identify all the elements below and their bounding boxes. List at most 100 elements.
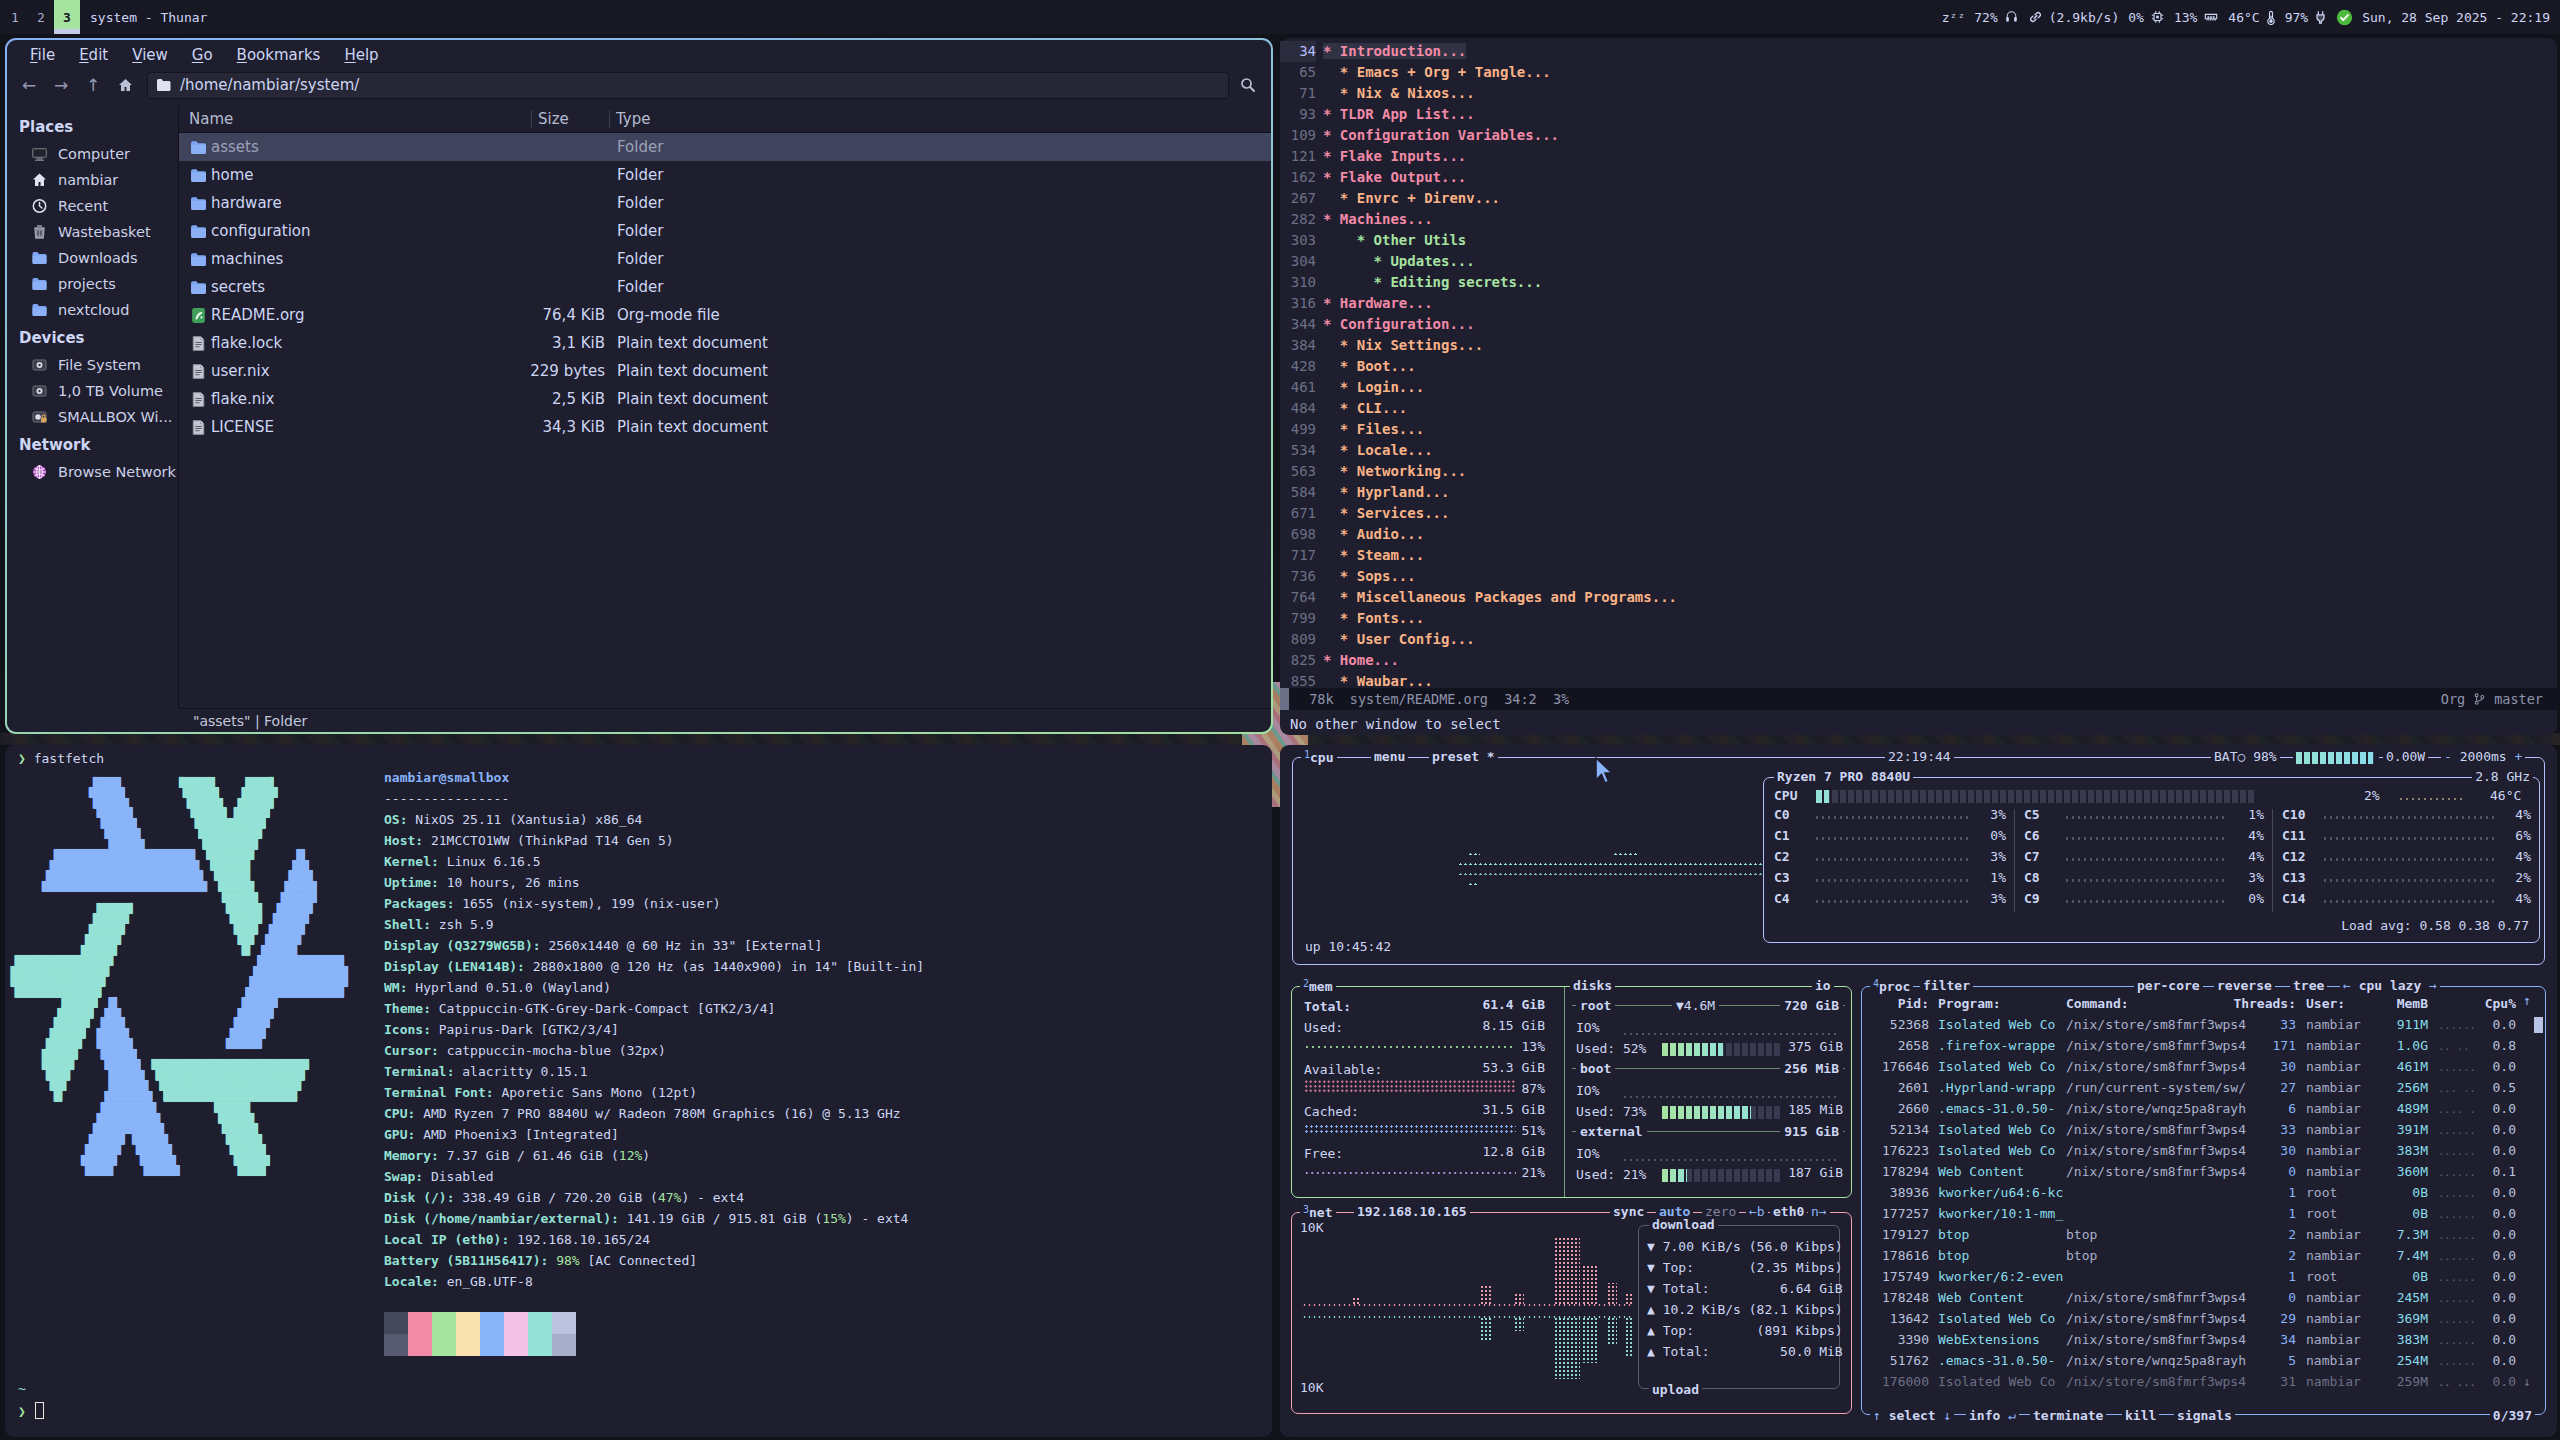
workspace-button[interactable]: 3 — [54, 0, 80, 34]
file-row[interactable]: machines Folder — [179, 245, 1271, 273]
disks-label[interactable]: disks — [1570, 978, 1615, 993]
file-row[interactable]: LICENSE 34,3 KiB Plain text document — [179, 413, 1271, 441]
systemd-status[interactable] — [2336, 9, 2353, 26]
org-heading-line[interactable]: 534 * Locale... — [1280, 440, 2557, 461]
file-row[interactable]: flake.nix 2,5 KiB Plain text document — [179, 385, 1271, 413]
process-row[interactable]: 38936 kworker/u64:6-kc 1 root 0B .......… — [1868, 1182, 2539, 1203]
org-heading-line[interactable]: 461 * Login... — [1280, 377, 2557, 398]
path-bar[interactable]: /home/nambiar/system/ — [147, 72, 1229, 99]
kill-button[interactable]: kill — [2122, 1408, 2159, 1423]
column-name[interactable]: Name — [179, 110, 531, 128]
modeline-mode[interactable]: Org — [2441, 691, 2465, 707]
info-button[interactable]: info ↵ — [1966, 1408, 2019, 1423]
org-heading-line[interactable]: 809 * User Config... — [1280, 629, 2557, 650]
sidebar-item[interactable]: SMALLBOX Wi... — [7, 404, 178, 430]
process-row[interactable]: 52134 Isolated Web Co /nix/store/sm8fmrf… — [1868, 1119, 2539, 1140]
org-heading-line[interactable]: 282* Machines... — [1280, 209, 2557, 230]
sidebar-item[interactable]: nambiar — [7, 167, 178, 193]
menu-item[interactable]: Edit — [68, 42, 119, 68]
sidebar-item[interactable]: File System — [7, 352, 178, 378]
file-row[interactable]: configuration Folder — [179, 217, 1271, 245]
git-branch-name[interactable]: master — [2494, 691, 2543, 707]
org-heading-line[interactable]: 698 * Audio... — [1280, 524, 2557, 545]
process-row[interactable]: 2601 .Hyprland-wrapp /run/current-system… — [1868, 1077, 2539, 1098]
process-row[interactable]: 177257 kworker/10:1-mm_ 1 root 0B ......… — [1868, 1203, 2539, 1224]
process-row[interactable]: 175749 kworker/6:2-even 1 root 0B ......… — [1868, 1266, 2539, 1287]
net-sync-button[interactable]: sync — [1610, 1204, 1647, 1219]
filter-button[interactable]: filter — [1920, 978, 1973, 993]
org-heading-line[interactable]: 109* Configuration Variables... — [1280, 125, 2557, 146]
org-heading-line[interactable]: 93* TLDR App List... — [1280, 104, 2557, 125]
sidebar-item[interactable]: Wastebasket — [7, 219, 178, 245]
process-row[interactable]: 178294 Web Content /nix/store/sm8fmrf3wp… — [1868, 1161, 2539, 1182]
sidebar-item[interactable]: projects — [7, 271, 178, 297]
menu-item[interactable]: View — [121, 42, 179, 68]
mem-box-label[interactable]: 2mem — [1300, 978, 1336, 994]
file-row[interactable]: home Folder — [179, 161, 1271, 189]
sidebar-item[interactable]: Downloads — [7, 245, 178, 271]
org-heading-line[interactable]: 316* Hardware... — [1280, 293, 2557, 314]
process-row[interactable]: 179127 btop btop 2 nambiar 7.3M ........… — [1868, 1224, 2539, 1245]
process-row[interactable]: 176223 Isolated Web Co /nix/store/sm8fmr… — [1868, 1140, 2539, 1161]
sidebar-item[interactable]: Browse Network — [7, 459, 178, 485]
temperature-module[interactable]: 46°C — [2228, 10, 2275, 25]
workspace-button[interactable]: 1 — [2, 0, 28, 34]
org-heading-line[interactable]: 499 * Files... — [1280, 419, 2557, 440]
org-heading-line[interactable]: 344* Configuration... — [1280, 314, 2557, 335]
volume-module[interactable]: 72% — [1974, 10, 2018, 25]
process-row[interactable]: 52368 Isolated Web Co /nix/store/sm8fmrf… — [1868, 1014, 2539, 1035]
org-heading-line[interactable]: 717 * Steam... — [1280, 545, 2557, 566]
process-row[interactable]: 13642 Isolated Web Co /nix/store/sm8fmrf… — [1868, 1308, 2539, 1329]
menu-button[interactable]: menu — [1371, 749, 1408, 764]
process-row[interactable]: 178616 btop btop 2 nambiar 7.4M ........… — [1868, 1245, 2539, 1266]
file-row[interactable]: flake.lock 3,1 KiB Plain text document — [179, 329, 1271, 357]
org-heading-line[interactable]: 563 * Networking... — [1280, 461, 2557, 482]
org-heading-line[interactable]: 71 * Nix & Nixos... — [1280, 83, 2557, 104]
net-iface-next[interactable]: n→ — [1808, 1204, 1830, 1219]
column-type[interactable]: Type — [609, 110, 650, 128]
clock-module[interactable]: Sun, 28 Sep 2025 - 22:19 — [2362, 10, 2550, 25]
process-row[interactable]: 178248 Web Content /nix/store/sm8fmrf3wp… — [1868, 1287, 2539, 1308]
idle-inhibitor[interactable]: zᶻᶻ — [1942, 10, 1965, 25]
reverse-button[interactable]: reverse — [2214, 978, 2275, 993]
org-heading-line[interactable]: 267 * Envrc + Direnv... — [1280, 188, 2557, 209]
tree-button[interactable]: tree — [2290, 978, 2327, 993]
select-button[interactable]: ↑ select ↓ — [1870, 1408, 1954, 1423]
org-heading-line[interactable]: 825* Home... — [1280, 650, 2557, 671]
process-row[interactable]: 2658 .firefox-wrappe /nix/store/sm8fmrf3… — [1868, 1035, 2539, 1056]
org-heading-line[interactable]: 310 * Editing secrets... — [1280, 272, 2557, 293]
menu-item[interactable]: Go — [181, 42, 224, 68]
org-heading-line[interactable]: 384 * Nix Settings... — [1280, 335, 2557, 356]
sidebar-item[interactable]: nextcloud — [7, 297, 178, 323]
org-heading-line[interactable]: 428 * Boot... — [1280, 356, 2557, 377]
file-row[interactable]: user.nix 229 bytes Plain text document — [179, 357, 1271, 385]
net-iface-prev[interactable]: ←b — [1746, 1204, 1768, 1219]
org-heading-line[interactable]: 65 * Emacs + Org + Tangle... — [1280, 62, 2557, 83]
workspace-button[interactable]: 2 — [28, 0, 54, 34]
back-button[interactable]: ← — [15, 72, 43, 99]
process-row[interactable]: 176646 Isolated Web Co /nix/store/sm8fmr… — [1868, 1056, 2539, 1077]
prompt-line[interactable]: ❯ — [18, 1401, 44, 1422]
column-size[interactable]: Size — [531, 110, 609, 128]
org-heading-line[interactable]: 303 * Other Utils — [1280, 230, 2557, 251]
menu-item[interactable]: File — [19, 42, 66, 68]
network-module[interactable]: (2.9kb/s) — [2028, 10, 2119, 25]
file-row[interactable]: hardware Folder — [179, 189, 1271, 217]
file-row[interactable]: secrets Folder — [179, 273, 1271, 301]
sidebar-item[interactable]: 1,0 TB Volume — [7, 378, 178, 404]
process-row[interactable]: 51762 .emacs-31.0.50- /nix/store/wnqz5pa… — [1868, 1350, 2539, 1371]
sidebar-item[interactable]: Computer — [7, 141, 178, 167]
menu-item[interactable]: Help — [333, 42, 389, 68]
process-row[interactable]: 2660 .emacs-31.0.50- /nix/store/wnqz5pa8… — [1868, 1098, 2539, 1119]
process-row[interactable]: 3390 WebExtensions /nix/store/sm8fmrf3wp… — [1868, 1329, 2539, 1350]
org-heading-line[interactable]: 584 * Hyprland... — [1280, 482, 2557, 503]
org-heading-line[interactable]: 121* Flake Inputs... — [1280, 146, 2557, 167]
org-heading-line[interactable]: 799 * Fonts... — [1280, 608, 2557, 629]
org-heading-line[interactable]: 764 * Miscellaneous Packages and Program… — [1280, 587, 2557, 608]
menu-item[interactable]: Bookmarks — [226, 42, 332, 68]
org-heading-line[interactable]: 34* Introduction... — [1280, 41, 2557, 62]
signals-button[interactable]: signals — [2174, 1408, 2235, 1423]
sort-selector[interactable]: ← cpu lazy → — [2340, 978, 2440, 993]
up-button[interactable]: ↑ — [79, 72, 107, 99]
sort-arrow[interactable]: ↑ — [2523, 993, 2531, 1008]
